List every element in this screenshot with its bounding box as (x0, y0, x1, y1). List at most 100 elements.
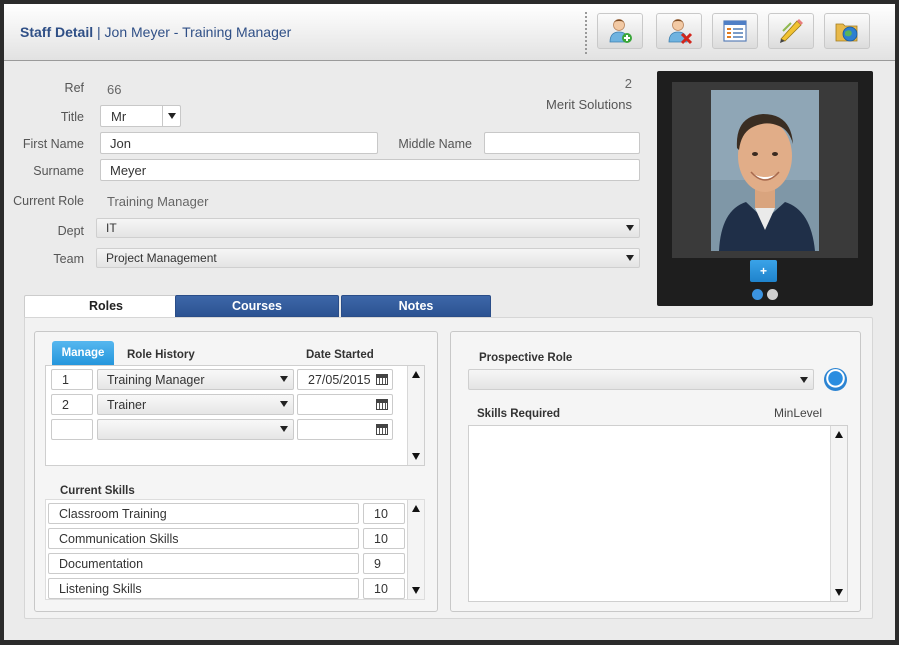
current-role-label: Current Role (13, 194, 84, 208)
role-row-number[interactable]: 1 (51, 369, 93, 390)
scroll-down-icon[interactable] (835, 589, 843, 596)
calendar-icon[interactable] (376, 374, 388, 385)
toolbar-divider (585, 12, 587, 54)
staff-form: Ref 66 2 Merit Solutions Title Mr First … (4, 62, 895, 640)
skill-name[interactable]: Communication Skills (48, 528, 359, 549)
globe-folder-icon (835, 23, 858, 42)
team-label: Team (53, 252, 84, 266)
prospective-role-subpanel: Prospective Role Skills Required MinLeve… (450, 331, 861, 612)
chevron-down-icon (800, 377, 808, 383)
role-row-number[interactable]: 2 (51, 394, 93, 415)
scroll-up-icon[interactable] (412, 371, 420, 378)
chevron-down-icon (626, 225, 634, 231)
scroll-up-icon[interactable] (835, 431, 843, 438)
scroll-down-icon[interactable] (412, 453, 420, 460)
photo-frame (672, 82, 858, 258)
skills-required-scrollbar[interactable] (830, 426, 847, 601)
delete-staff-icon (668, 19, 693, 45)
page-title: Staff Detail | Jon Meyer - Training Mana… (20, 24, 291, 40)
title-select-divider (162, 106, 163, 126)
role-history-grid: 1 Training Manager 27/05/2015 2 Trainer (45, 365, 425, 466)
page-title-rest: Jon Meyer - Training Manager (104, 24, 292, 40)
skill-level[interactable]: 10 (363, 503, 405, 524)
first-name-field[interactable]: Jon (100, 132, 378, 154)
edit-pencil-icon (780, 19, 803, 43)
scroll-up-icon[interactable] (412, 505, 420, 512)
add-photo-button[interactable]: + (750, 260, 777, 282)
staff-photo (711, 90, 819, 251)
role-row-select-value: Training Manager (107, 373, 205, 387)
add-staff-button[interactable] (597, 13, 643, 49)
photo-page-dot-2[interactable] (767, 289, 778, 300)
skills-required-label: Skills Required (477, 408, 561, 420)
dept-select[interactable]: IT (96, 218, 640, 238)
current-role-value: Training Manager (107, 194, 209, 209)
role-row-select-value: Trainer (107, 398, 147, 412)
roles-subpanel: Manage Role History Date Started 1 Train… (34, 331, 438, 612)
tab-roles[interactable]: Roles (24, 295, 188, 318)
role-row-date[interactable]: 27/05/2015 (297, 369, 393, 390)
skill-name[interactable]: Classroom Training (48, 503, 359, 524)
skill-level[interactable]: 9 (363, 553, 405, 574)
role-row-select[interactable]: Trainer (97, 394, 294, 415)
surname-label: Surname (33, 164, 84, 178)
prospective-role-label: Prospective Role (479, 352, 573, 364)
company-name: Merit Solutions (546, 97, 632, 112)
middle-name-field[interactable] (484, 132, 640, 154)
chevron-down-icon (280, 376, 288, 382)
dept-label: Dept (57, 224, 84, 238)
skill-level[interactable]: 10 (363, 528, 405, 549)
current-skills-grid: Classroom Training 10 Communication Skil… (45, 499, 425, 600)
surname-field[interactable]: Meyer (100, 159, 640, 181)
skill-level[interactable]: 10 (363, 578, 405, 599)
header-bar: Staff Detail | Jon Meyer - Training Mana… (4, 4, 895, 61)
chevron-down-icon (626, 255, 634, 261)
ref-label: Ref (64, 81, 84, 95)
tab-courses[interactable]: Courses (175, 295, 339, 317)
prospective-role-go-button[interactable] (824, 368, 847, 391)
roles-tab-panel: Manage Role History Date Started 1 Train… (24, 317, 873, 619)
skills-scrollbar[interactable] (407, 500, 424, 599)
role-history-scrollbar[interactable] (407, 366, 424, 465)
skill-name[interactable]: Listening Skills (48, 578, 359, 599)
page-title-strong: Staff Detail (20, 24, 94, 40)
chevron-down-icon (280, 426, 288, 432)
list-view-icon (723, 20, 747, 42)
delete-staff-button[interactable] (656, 13, 702, 49)
current-skills-header: Current Skills (60, 485, 135, 497)
edit-button[interactable] (768, 13, 814, 49)
page-title-separator: | (93, 24, 105, 40)
skills-required-grid (468, 425, 848, 602)
team-select-value: Project Management (106, 251, 217, 265)
role-row-date[interactable] (297, 394, 393, 415)
scroll-down-icon[interactable] (412, 587, 420, 594)
middle-name-label: Middle Name (398, 137, 472, 151)
skill-name[interactable]: Documentation (48, 553, 359, 574)
role-row-select[interactable] (97, 419, 294, 440)
ref-value: 66 (107, 82, 122, 97)
photo-page-dot-1[interactable] (752, 289, 763, 300)
role-row-date-value: 27/05/2015 (308, 373, 371, 387)
list-view-button[interactable] (712, 13, 758, 49)
min-level-label: MinLevel (774, 406, 823, 420)
calendar-icon[interactable] (376, 424, 388, 435)
calendar-icon[interactable] (376, 399, 388, 410)
title-select[interactable]: Mr (100, 105, 181, 127)
role-row-select[interactable]: Training Manager (97, 369, 294, 390)
prospective-role-select[interactable] (468, 369, 814, 390)
chevron-down-icon (168, 113, 176, 119)
manage-tab[interactable]: Manage (52, 341, 114, 365)
role-row-number[interactable] (51, 419, 93, 440)
team-select[interactable]: Project Management (96, 248, 640, 268)
tab-notes[interactable]: Notes (341, 295, 491, 317)
staff-detail-window: Staff Detail | Jon Meyer - Training Mana… (4, 4, 895, 640)
title-label: Title (60, 110, 84, 124)
staff-portrait-image (711, 90, 819, 251)
add-staff-icon (609, 19, 632, 43)
role-row-date[interactable] (297, 419, 393, 440)
globe-folder-button[interactable] (824, 13, 870, 49)
dept-select-value: IT (106, 221, 117, 235)
first-name-label: First Name (22, 137, 84, 151)
title-select-value: Mr (111, 109, 127, 124)
company-number: 2 (624, 76, 632, 91)
